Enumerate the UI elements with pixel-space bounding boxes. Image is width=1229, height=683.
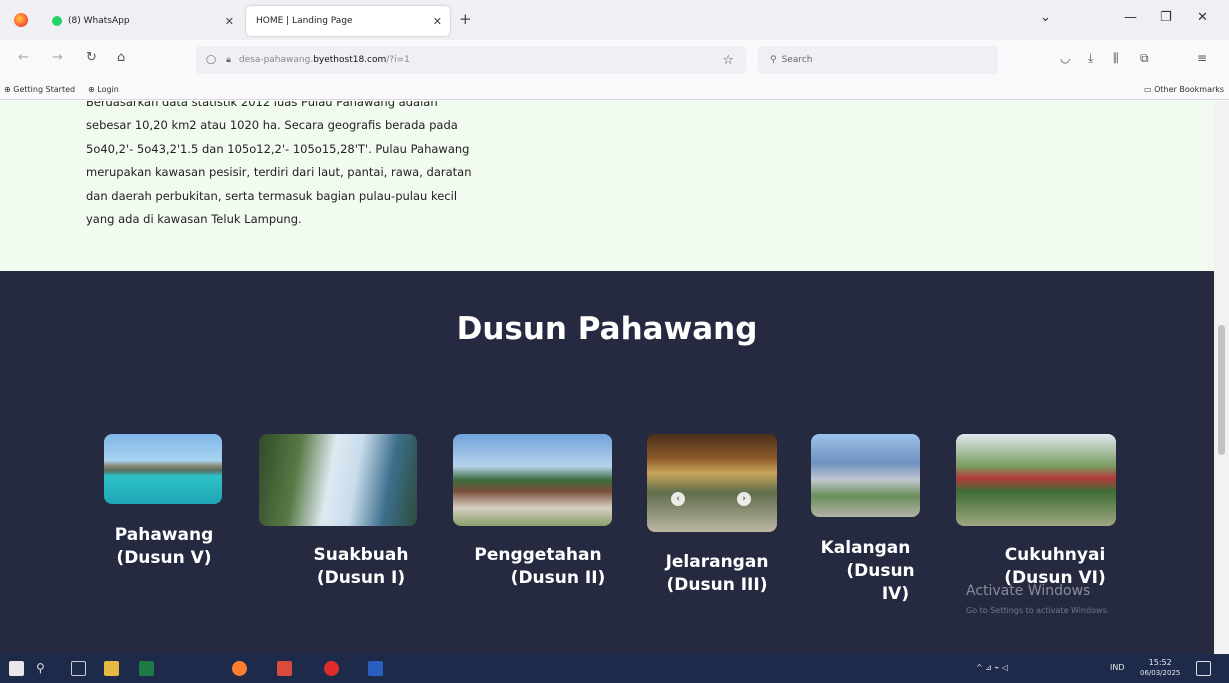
paragraph-line: yang ada di kawasan Teluk Lampung. — [86, 212, 302, 227]
home-icon[interactable]: ⌂ — [117, 50, 125, 65]
slider-next-icon[interactable]: › — [737, 492, 751, 506]
label-line: IV) — [881, 584, 910, 604]
tab-label: HOME | Landing Page — [256, 16, 353, 26]
dusun-image[interactable] — [453, 434, 612, 526]
label-line: Pahawang — [114, 525, 214, 545]
powerpoint-icon[interactable] — [277, 661, 292, 676]
folder-icon: ▭ — [1144, 85, 1152, 94]
minimize-icon[interactable]: — — [1124, 10, 1137, 25]
label-line: Penggetahan — [474, 545, 602, 565]
forward-icon[interactable]: → — [52, 50, 63, 65]
scrollbar-thumb[interactable] — [1218, 325, 1225, 455]
search-input[interactable]: ⚲ Search — [758, 46, 998, 74]
bookmark-label: Login — [97, 85, 119, 94]
dusun-label[interactable]: Pahawang (Dusun V) — [100, 524, 228, 570]
label-line: (Dusun II) — [510, 568, 606, 588]
close-icon[interactable]: ✕ — [433, 15, 442, 28]
bookmark-star-icon[interactable]: ☆ — [722, 53, 734, 68]
window-close-icon[interactable]: ✕ — [1197, 10, 1208, 25]
paragraph-line: dan daerah perbukitan, serta termasuk ba… — [86, 188, 458, 203]
bookmark-login[interactable]: ⊕ Login — [88, 85, 119, 94]
paragraph-line: Berdasarkan data statistik 2012 luas Pul… — [86, 101, 438, 109]
word-icon[interactable] — [368, 661, 383, 676]
extensions-icon[interactable]: ⧉ — [1140, 51, 1149, 66]
tab-label: (8) WhatsApp — [68, 16, 130, 26]
dusun-image[interactable] — [956, 434, 1116, 526]
label-line: (Dusun I) — [316, 568, 406, 588]
label-line: Suakbuah — [313, 545, 409, 565]
dusun-label[interactable]: Penggetahan (Dusun II) — [458, 544, 618, 590]
page-content: Berdasarkan data statistik 2012 luas Pul… — [0, 101, 1214, 654]
close-icon[interactable]: ✕ — [225, 15, 234, 28]
label-line: Cukuhnyai — [1004, 545, 1106, 565]
about-paragraph: Berdasarkan data statistik 2012 luas Pul… — [86, 101, 566, 231]
notifications-icon[interactable] — [1196, 661, 1211, 676]
file-explorer-icon[interactable] — [104, 661, 119, 676]
downloads-icon[interactable]: ⤓ — [1088, 51, 1093, 66]
activate-windows-watermark: Activate Windows — [966, 583, 1091, 599]
bookmark-getting-started[interactable]: ⊕ Getting Started — [4, 85, 75, 94]
excel-icon[interactable] — [139, 661, 154, 676]
dusun-image[interactable] — [104, 434, 222, 504]
clock-date: 06/03/2025 — [1140, 669, 1181, 677]
bookmark-label: Getting Started — [13, 85, 76, 94]
other-bookmarks[interactable]: ▭ Other Bookmarks — [1144, 85, 1224, 94]
tab-landing-page[interactable]: HOME | Landing Page ✕ — [246, 6, 450, 36]
search-icon[interactable]: ⚲ — [36, 661, 51, 676]
whatsapp-icon — [52, 16, 62, 26]
dusun-image[interactable]: ‹ › — [647, 434, 777, 532]
dusun-image[interactable] — [259, 434, 417, 526]
clock-time: 15:52 — [1148, 658, 1172, 667]
opera-icon[interactable] — [324, 661, 339, 676]
firefox-icon[interactable] — [14, 13, 28, 27]
search-placeholder: Search — [781, 55, 813, 65]
menu-icon[interactable]: ≡ — [1197, 51, 1207, 65]
pocket-icon[interactable]: ◡ — [1060, 51, 1070, 65]
bookmark-label: Other Bookmarks — [1154, 85, 1225, 94]
clock[interactable]: 15:52 06/03/2025 — [1140, 657, 1180, 679]
firefox-taskbar-icon[interactable] — [232, 661, 247, 676]
dusun-image[interactable] — [811, 434, 920, 517]
section-title: Dusun Pahawang — [456, 311, 758, 347]
label-line: (Dusun III) — [666, 575, 768, 595]
url-suffix: /?i=1 — [386, 55, 410, 65]
tab-whatsapp[interactable]: (8) WhatsApp ✕ — [42, 6, 242, 36]
library-icon[interactable]: ⫼ — [1113, 51, 1119, 66]
windows-start-icon[interactable] — [9, 661, 24, 676]
windows-taskbar: ⚲ ^ ⊿ ⌁ ◁ IND 15:52 06/03/2025 — [0, 654, 1229, 683]
lock-icon[interactable]: 🔒︎ — [226, 55, 231, 65]
system-tray-icons[interactable]: ^ ⊿ ⌁ ◁ — [976, 663, 1008, 672]
activate-windows-subtext: Go to Settings to activate Windows. — [966, 606, 1110, 615]
search-icon: ⚲ — [770, 55, 777, 65]
new-tab-icon[interactable]: + — [459, 10, 472, 28]
task-view-icon[interactable] — [71, 661, 86, 676]
paragraph-line: sebesar 10,20 km2 atau 1020 ha. Secara g… — [86, 118, 458, 133]
bookmarks-bar: ⊕ Getting Started ⊕ Login ▭ Other Bookma… — [0, 80, 1229, 100]
slider-prev-icon[interactable]: ‹ — [671, 492, 685, 506]
paragraph-line: 5o40,2'- 5o43,2'1.5 dan 105o12,2'- 105o1… — [86, 141, 470, 156]
globe-icon: ⊕ — [88, 85, 95, 94]
shield-icon[interactable]: ◯ — [206, 55, 216, 65]
label-line: (Dusun V) — [116, 548, 212, 568]
about-section: Berdasarkan data statistik 2012 luas Pul… — [0, 101, 1214, 271]
tab-list-icon[interactable]: ⌄ — [1040, 10, 1051, 25]
label-line: (Dusun — [846, 561, 915, 581]
url-prefix: desa-pahawang. — [238, 55, 314, 65]
back-icon[interactable]: ← — [18, 50, 29, 65]
dusun-label[interactable]: Suakbuah (Dusun I) — [296, 544, 426, 590]
url-domain: byethost18.com — [313, 55, 387, 65]
label-line: Jelarangan — [665, 552, 769, 572]
language-indicator[interactable]: IND — [1110, 663, 1125, 672]
label-line: Kalangan — [820, 538, 911, 558]
dusun-label[interactable]: Kalangan (Dusun IV) — [803, 537, 928, 606]
globe-icon: ⊕ — [4, 85, 11, 94]
maximize-icon[interactable]: ❐ — [1160, 10, 1172, 25]
address-bar[interactable]: ◯ 🔒︎ desa-pahawang. byethost18.com /?i=1… — [196, 46, 746, 74]
dusun-label[interactable]: Jelarangan (Dusun III) — [642, 551, 792, 597]
reload-icon[interactable]: ↻ — [86, 50, 97, 65]
paragraph-line: merupakan kawasan pesisir, terdiri dari … — [86, 165, 472, 180]
